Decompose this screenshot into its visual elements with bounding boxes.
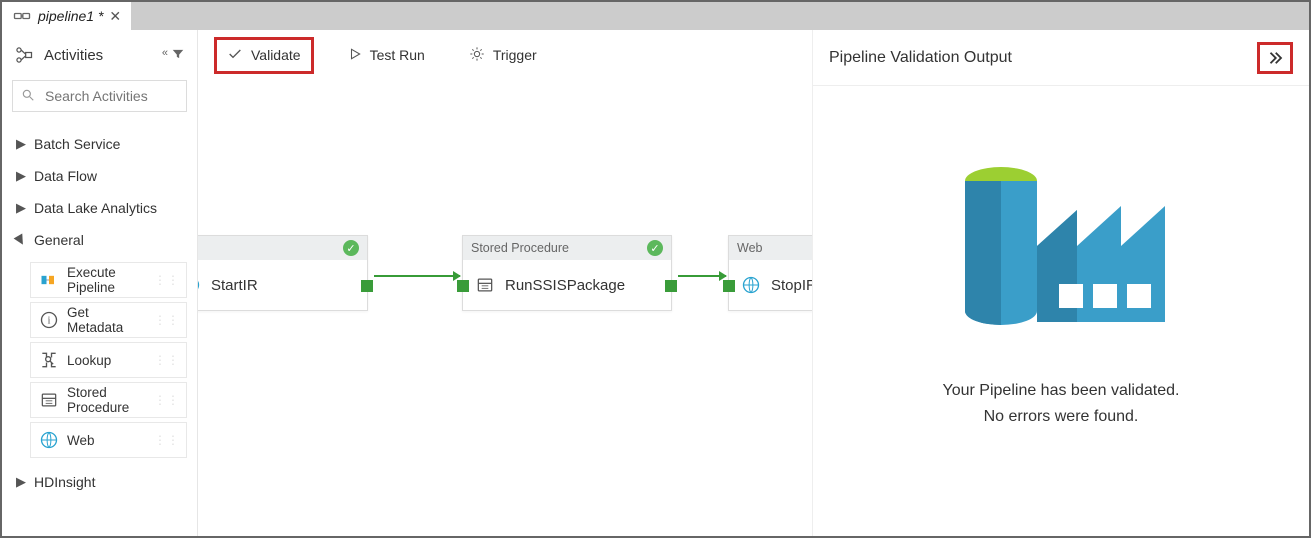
activity-label: Lookup (67, 353, 111, 368)
node-input-port[interactable] (723, 280, 735, 292)
caret-right-icon: ▶ (16, 474, 26, 490)
node-input-port[interactable] (457, 280, 469, 292)
tree-group-data-flow[interactable]: ▶ Data Flow (2, 160, 197, 192)
tab-bar: pipeline1 * ✕ (2, 2, 1309, 30)
execute-pipeline-icon (39, 270, 59, 290)
validation-status-line2: No errors were found. (943, 404, 1180, 430)
node-name: StopIR (771, 277, 812, 294)
caret-down-icon: ▶ (12, 232, 31, 249)
group-label: HDInsight (34, 474, 95, 490)
web-icon (198, 275, 201, 295)
connector[interactable] (374, 275, 460, 277)
group-label: Data Lake Analytics (34, 200, 157, 216)
designer-toolbar: Validate Test Run Trigger (198, 30, 812, 80)
validate-button[interactable]: Validate (214, 37, 314, 74)
search-icon (21, 88, 35, 105)
node-name: StartIR (211, 277, 258, 294)
drag-grip-icon: ⋮⋮ (154, 313, 180, 327)
caret-right-icon: ▶ (16, 168, 26, 184)
close-panel-button[interactable] (1257, 42, 1293, 74)
tree-group-hdinsight[interactable]: ▶ HDInsight (2, 466, 197, 498)
validation-status-line1: Your Pipeline has been validated. (943, 378, 1180, 404)
validation-panel-body: Your Pipeline has been validated. No err… (813, 86, 1309, 536)
activity-execute-pipeline[interactable]: Execute Pipeline ⋮⋮ (30, 262, 187, 298)
group-label: Data Flow (34, 168, 97, 184)
group-label: General (34, 232, 84, 248)
test-run-button[interactable]: Test Run (338, 41, 435, 70)
status-success-icon: ✓ (647, 240, 663, 256)
activity-get-metadata[interactable]: i Get Metadata ⋮⋮ (30, 302, 187, 338)
factory-illustration (941, 126, 1181, 356)
drag-grip-icon: ⋮⋮ (154, 273, 180, 287)
web-icon (741, 275, 761, 295)
trigger-button[interactable]: Trigger (459, 40, 547, 71)
activity-stored-procedure[interactable]: Stored Procedure ⋮⋮ (30, 382, 187, 418)
node-startir[interactable]: eb ✓ StartIR (198, 235, 368, 311)
caret-right-icon: ▶ (16, 136, 26, 152)
node-stopir[interactable]: Web StopIR (728, 235, 812, 311)
caret-right-icon: ▶ (16, 200, 26, 216)
web-icon (39, 430, 59, 450)
tree-group-batch-service[interactable]: ▶ Batch Service (2, 128, 197, 160)
stored-procedure-icon (39, 390, 59, 410)
drag-grip-icon: ⋮⋮ (154, 433, 180, 447)
node-type-label: Stored Procedure (471, 241, 569, 255)
group-label: Batch Service (34, 136, 120, 152)
node-runssispackage[interactable]: Stored Procedure ✓ RunSSISPackage (462, 235, 672, 311)
chevron-double-right-icon (1266, 49, 1284, 67)
drag-grip-icon: ⋮⋮ (154, 393, 180, 407)
node-output-port[interactable] (361, 280, 373, 292)
activity-label: Get Metadata (67, 305, 146, 335)
node-type-label: Web (737, 241, 762, 255)
play-icon (348, 47, 362, 64)
trigger-icon (469, 46, 485, 65)
tree-group-general[interactable]: ▶ General (2, 224, 197, 256)
metadata-icon: i (39, 310, 59, 330)
activities-icon (14, 45, 34, 65)
designer-canvas-area: Validate Test Run Trigger eb ✓ (198, 30, 812, 536)
sidebar-header: Activities « (2, 30, 197, 80)
drag-grip-icon: ⋮⋮ (154, 353, 180, 367)
validation-panel: Pipeline Validation Output (812, 30, 1309, 536)
lookup-icon (39, 350, 59, 370)
validate-label: Validate (251, 47, 301, 63)
check-icon (227, 46, 243, 65)
activity-lookup[interactable]: Lookup ⋮⋮ (30, 342, 187, 378)
node-name: RunSSISPackage (505, 277, 625, 294)
svg-text:i: i (48, 315, 51, 326)
filter-icon[interactable] (171, 47, 185, 64)
designer-canvas[interactable]: eb ✓ StartIR Stored Procedure ✓ (198, 80, 812, 536)
tab-pipeline1[interactable]: pipeline1 * ✕ (2, 2, 131, 30)
activity-label: Web (67, 433, 95, 448)
status-success-icon: ✓ (343, 240, 359, 256)
collapse-all-icon[interactable]: « (162, 47, 165, 64)
activities-tree: ▶ Batch Service ▶ Data Flow ▶ Data Lake … (2, 122, 197, 504)
validation-panel-header: Pipeline Validation Output (813, 30, 1309, 86)
activity-label: Execute Pipeline (67, 265, 146, 295)
tab-close-icon[interactable]: ✕ (109, 9, 121, 23)
tab-name: pipeline1 * (38, 8, 103, 24)
activities-sidebar: Activities « ▶ Batch Service ▶ Data Flow (2, 30, 198, 536)
sidebar-title: Activities (44, 47, 103, 64)
connector[interactable] (678, 275, 726, 277)
general-children: Execute Pipeline ⋮⋮ i Get Metadata ⋮⋮ Lo… (2, 256, 197, 466)
pipeline-icon (12, 6, 32, 26)
activity-label: Stored Procedure (67, 385, 146, 415)
node-output-port[interactable] (665, 280, 677, 292)
activity-web[interactable]: Web ⋮⋮ (30, 422, 187, 458)
validation-title: Pipeline Validation Output (829, 49, 1012, 67)
search-activities-box[interactable] (12, 80, 187, 112)
test-run-label: Test Run (370, 47, 425, 63)
tree-group-data-lake-analytics[interactable]: ▶ Data Lake Analytics (2, 192, 197, 224)
stored-procedure-icon (475, 275, 495, 295)
trigger-label: Trigger (493, 47, 537, 63)
